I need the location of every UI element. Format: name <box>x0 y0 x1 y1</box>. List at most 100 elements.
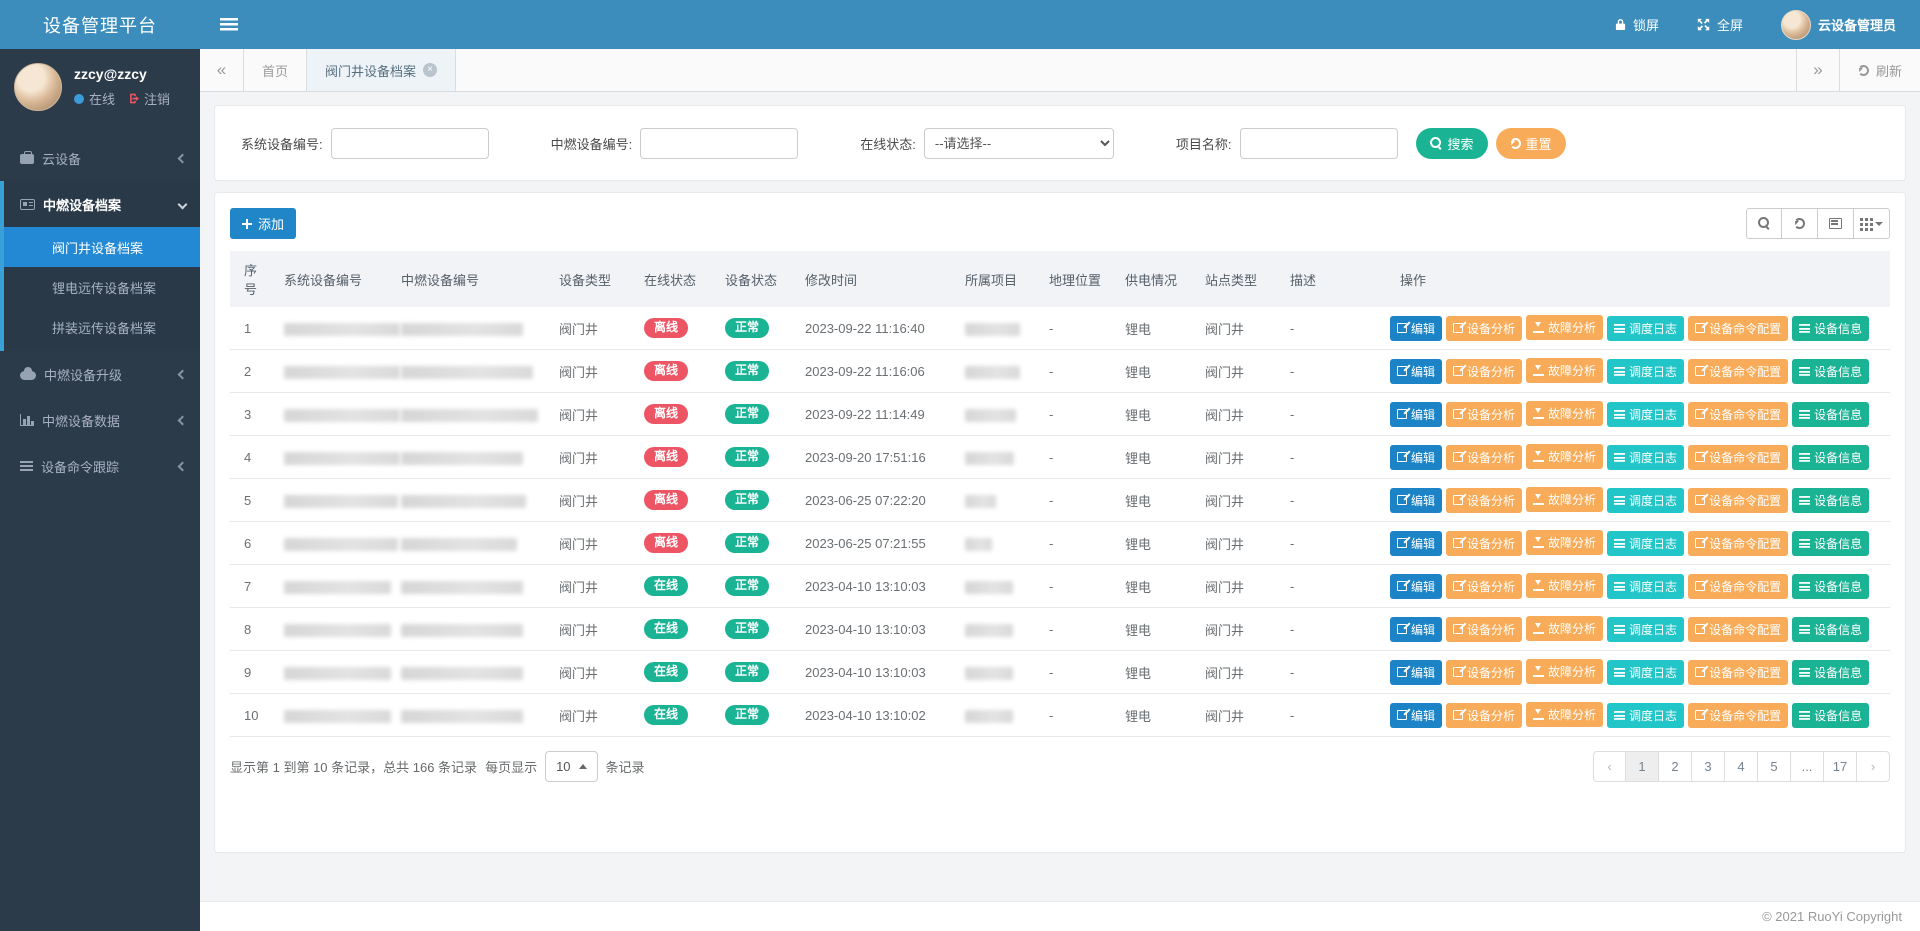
edit-action-button[interactable]: 编辑 <box>1390 703 1442 728</box>
device-command-config-action-button[interactable]: 设备命令配置 <box>1688 402 1788 427</box>
close-icon[interactable] <box>423 63 437 77</box>
fault-analysis-action-button[interactable]: 故障分析 <box>1526 659 1603 684</box>
device-info-action-button[interactable]: 设备信息 <box>1792 703 1869 728</box>
dispatch-log-action-button[interactable]: 调度日志 <box>1607 359 1684 384</box>
tab-valve-well-archive[interactable]: 阀门井设备档案 <box>307 49 456 91</box>
dispatch-log-action-button[interactable]: 调度日志 <box>1607 488 1684 513</box>
reset-button[interactable]: 重置 <box>1496 128 1566 159</box>
page-button-5[interactable]: 5 <box>1758 751 1791 782</box>
edit-action-button[interactable]: 编辑 <box>1390 531 1442 556</box>
edit-action-button[interactable]: 编辑 <box>1390 359 1442 384</box>
table-search-button[interactable] <box>1746 208 1782 239</box>
edit-action-button[interactable]: 编辑 <box>1390 488 1442 513</box>
device-info-action-button[interactable]: 设备信息 <box>1792 660 1869 685</box>
device-command-config-action-button[interactable]: 设备命令配置 <box>1688 531 1788 556</box>
page-button-1[interactable]: 1 <box>1626 751 1659 782</box>
table-refresh-button[interactable] <box>1782 208 1818 239</box>
dispatch-log-action-button[interactable]: 调度日志 <box>1607 316 1684 341</box>
lock-screen-button[interactable]: 锁屏 <box>1615 15 1659 34</box>
page-button-4[interactable]: 4 <box>1725 751 1758 782</box>
fullscreen-button[interactable]: 全屏 <box>1697 15 1743 34</box>
dispatch-log-action-button[interactable]: 调度日志 <box>1607 445 1684 470</box>
device-analysis-action-button[interactable]: 设备分析 <box>1446 574 1522 599</box>
prev-page-button[interactable]: ‹ <box>1593 751 1626 782</box>
device-command-config-action-button[interactable]: 设备命令配置 <box>1688 445 1788 470</box>
dispatch-log-action-button[interactable]: 调度日志 <box>1607 531 1684 556</box>
device-command-config-action-button[interactable]: 设备命令配置 <box>1688 316 1788 341</box>
online-status-select[interactable]: --请选择-- <box>924 128 1114 159</box>
device-command-config-action-button[interactable]: 设备命令配置 <box>1688 574 1788 599</box>
device-command-config-action-button[interactable]: 设备命令配置 <box>1688 660 1788 685</box>
device-info-action-button[interactable]: 设备信息 <box>1792 402 1869 427</box>
sidebar-item-zhongran-archive[interactable]: 中燃设备档案 <box>4 181 200 227</box>
device-command-config-action-button[interactable]: 设备命令配置 <box>1688 617 1788 642</box>
device-info-action-button[interactable]: 设备信息 <box>1792 531 1869 556</box>
sidebar-item-valve-well-archive[interactable]: 阀门井设备档案 <box>4 227 200 267</box>
device-analysis-action-button[interactable]: 设备分析 <box>1446 617 1522 642</box>
sys-device-no-input[interactable] <box>331 128 489 159</box>
device-info-action-button[interactable]: 设备信息 <box>1792 574 1869 599</box>
fault-analysis-action-button[interactable]: 故障分析 <box>1526 401 1603 426</box>
logout-link[interactable]: 注销 <box>144 89 170 108</box>
device-analysis-action-button[interactable]: 设备分析 <box>1446 316 1522 341</box>
fault-analysis-action-button[interactable]: 故障分析 <box>1526 573 1603 598</box>
edit-action-button[interactable]: 编辑 <box>1390 660 1442 685</box>
admin-user-menu[interactable]: 云设备管理员 <box>1781 10 1896 40</box>
device-command-config-action-button[interactable]: 设备命令配置 <box>1688 488 1788 513</box>
sidebar-item-lithium-remote-archive[interactable]: 锂电远传设备档案 <box>4 267 200 307</box>
page-ellipsis[interactable]: ... <box>1791 751 1824 782</box>
page-button-3[interactable]: 3 <box>1692 751 1725 782</box>
next-page-button[interactable]: › <box>1857 751 1890 782</box>
add-button[interactable]: 添加 <box>230 208 296 239</box>
edit-action-button[interactable]: 编辑 <box>1390 574 1442 599</box>
page-button-2[interactable]: 2 <box>1659 751 1692 782</box>
device-command-config-action-button[interactable]: 设备命令配置 <box>1688 359 1788 384</box>
device-info-action-button[interactable]: 设备信息 <box>1792 316 1869 341</box>
fault-analysis-action-button[interactable]: 故障分析 <box>1526 315 1603 340</box>
page-size-select[interactable]: 10 <box>545 751 597 782</box>
sidebar-item-device-data[interactable]: 中燃设备数据 <box>0 397 200 443</box>
project-name-input[interactable] <box>1240 128 1398 159</box>
avatar[interactable] <box>14 63 62 111</box>
fault-analysis-action-button[interactable]: 故障分析 <box>1526 358 1603 383</box>
device-analysis-action-button[interactable]: 设备分析 <box>1446 488 1522 513</box>
table-detail-view-button[interactable] <box>1818 208 1854 239</box>
fault-analysis-action-button[interactable]: 故障分析 <box>1526 530 1603 555</box>
page-button-17[interactable]: 17 <box>1824 751 1857 782</box>
search-button[interactable]: 搜索 <box>1416 128 1488 159</box>
fault-analysis-action-button[interactable]: 故障分析 <box>1526 444 1603 469</box>
edit-action-button[interactable]: 编辑 <box>1390 316 1442 341</box>
device-analysis-action-button[interactable]: 设备分析 <box>1446 402 1522 427</box>
fault-analysis-action-button[interactable]: 故障分析 <box>1526 616 1603 641</box>
device-info-action-button[interactable]: 设备信息 <box>1792 617 1869 642</box>
refresh-tab-button[interactable]: 刷新 <box>1840 49 1920 91</box>
table-columns-button[interactable] <box>1854 208 1890 239</box>
edit-action-button[interactable]: 编辑 <box>1390 445 1442 470</box>
edit-action-button[interactable]: 编辑 <box>1390 402 1442 427</box>
device-analysis-action-button[interactable]: 设备分析 <box>1446 445 1522 470</box>
hamburger-menu-icon[interactable] <box>220 18 238 31</box>
app-logo[interactable]: 设备管理平台 <box>0 0 200 49</box>
dispatch-log-action-button[interactable]: 调度日志 <box>1607 402 1684 427</box>
tabs-scroll-right-button[interactable] <box>1796 49 1840 91</box>
fault-analysis-action-button[interactable]: 故障分析 <box>1526 487 1603 512</box>
dispatch-log-action-button[interactable]: 调度日志 <box>1607 703 1684 728</box>
device-analysis-action-button[interactable]: 设备分析 <box>1446 359 1522 384</box>
dispatch-log-action-button[interactable]: 调度日志 <box>1607 617 1684 642</box>
sidebar-item-assembled-remote-archive[interactable]: 拼装远传设备档案 <box>4 307 200 347</box>
sidebar-item-device-upgrade[interactable]: 中燃设备升级 <box>0 351 200 397</box>
zr-device-no-input[interactable] <box>640 128 798 159</box>
device-info-action-button[interactable]: 设备信息 <box>1792 359 1869 384</box>
sidebar-item-command-tracking[interactable]: 设备命令跟踪 <box>0 443 200 489</box>
device-info-action-button[interactable]: 设备信息 <box>1792 488 1869 513</box>
tabs-scroll-left-button[interactable] <box>200 49 244 91</box>
device-info-action-button[interactable]: 设备信息 <box>1792 445 1869 470</box>
device-command-config-action-button[interactable]: 设备命令配置 <box>1688 703 1788 728</box>
device-analysis-action-button[interactable]: 设备分析 <box>1446 660 1522 685</box>
sidebar-item-cloud-device[interactable]: 云设备 <box>0 135 200 181</box>
fault-analysis-action-button[interactable]: 故障分析 <box>1526 702 1603 727</box>
edit-action-button[interactable]: 编辑 <box>1390 617 1442 642</box>
dispatch-log-action-button[interactable]: 调度日志 <box>1607 660 1684 685</box>
device-analysis-action-button[interactable]: 设备分析 <box>1446 703 1522 728</box>
dispatch-log-action-button[interactable]: 调度日志 <box>1607 574 1684 599</box>
